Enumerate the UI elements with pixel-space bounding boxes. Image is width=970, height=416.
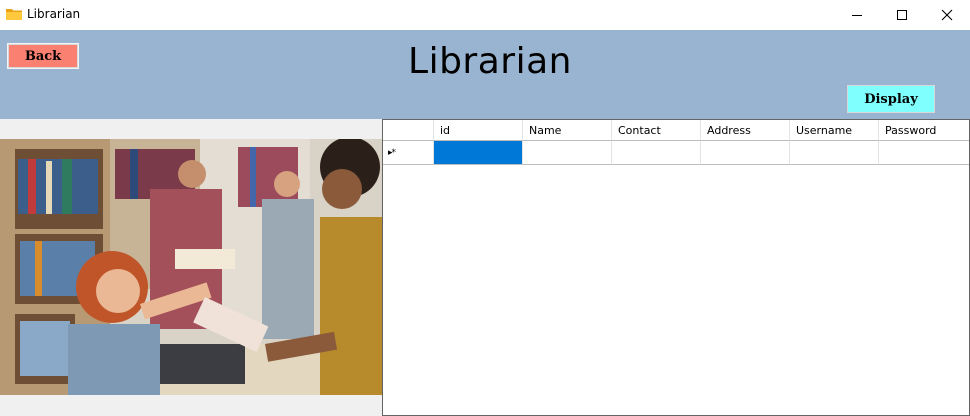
cell-password[interactable] <box>879 141 969 165</box>
grid-header-row: id Name Contact Address Username Passwor… <box>383 120 969 141</box>
column-header-name[interactable]: Name <box>523 120 612 141</box>
close-button[interactable] <box>924 0 970 30</box>
column-header-id[interactable]: id <box>434 120 523 141</box>
close-icon <box>941 9 953 21</box>
new-row[interactable]: ▸* <box>383 141 969 165</box>
page-title: Librarian <box>408 41 572 82</box>
maximize-button[interactable] <box>879 0 925 30</box>
cell-contact[interactable] <box>612 141 701 165</box>
row-header-corner[interactable] <box>383 120 434 141</box>
display-button[interactable]: Display <box>847 85 935 113</box>
minimize-button[interactable] <box>834 0 880 30</box>
column-header-username[interactable]: Username <box>790 120 879 141</box>
cell-address[interactable] <box>701 141 790 165</box>
column-header-address[interactable]: Address <box>701 120 790 141</box>
window-title: Librarian <box>27 7 81 21</box>
library-photo-illustration <box>0 139 382 395</box>
librarian-data-grid[interactable]: id Name Contact Address Username Passwor… <box>382 119 970 416</box>
folder-icon <box>6 9 22 20</box>
title-bar: Librarian <box>0 0 970 30</box>
cell-username[interactable] <box>790 141 879 165</box>
column-header-password[interactable]: Password <box>879 120 969 141</box>
column-header-contact[interactable]: Contact <box>612 120 701 141</box>
new-row-indicator[interactable]: ▸* <box>383 141 434 165</box>
library-photo <box>0 139 382 395</box>
maximize-icon <box>897 10 907 20</box>
header-panel: Back Librarian Display <box>0 30 970 119</box>
cell-id[interactable] <box>434 141 523 165</box>
minimize-icon <box>852 15 862 16</box>
cell-name[interactable] <box>523 141 612 165</box>
